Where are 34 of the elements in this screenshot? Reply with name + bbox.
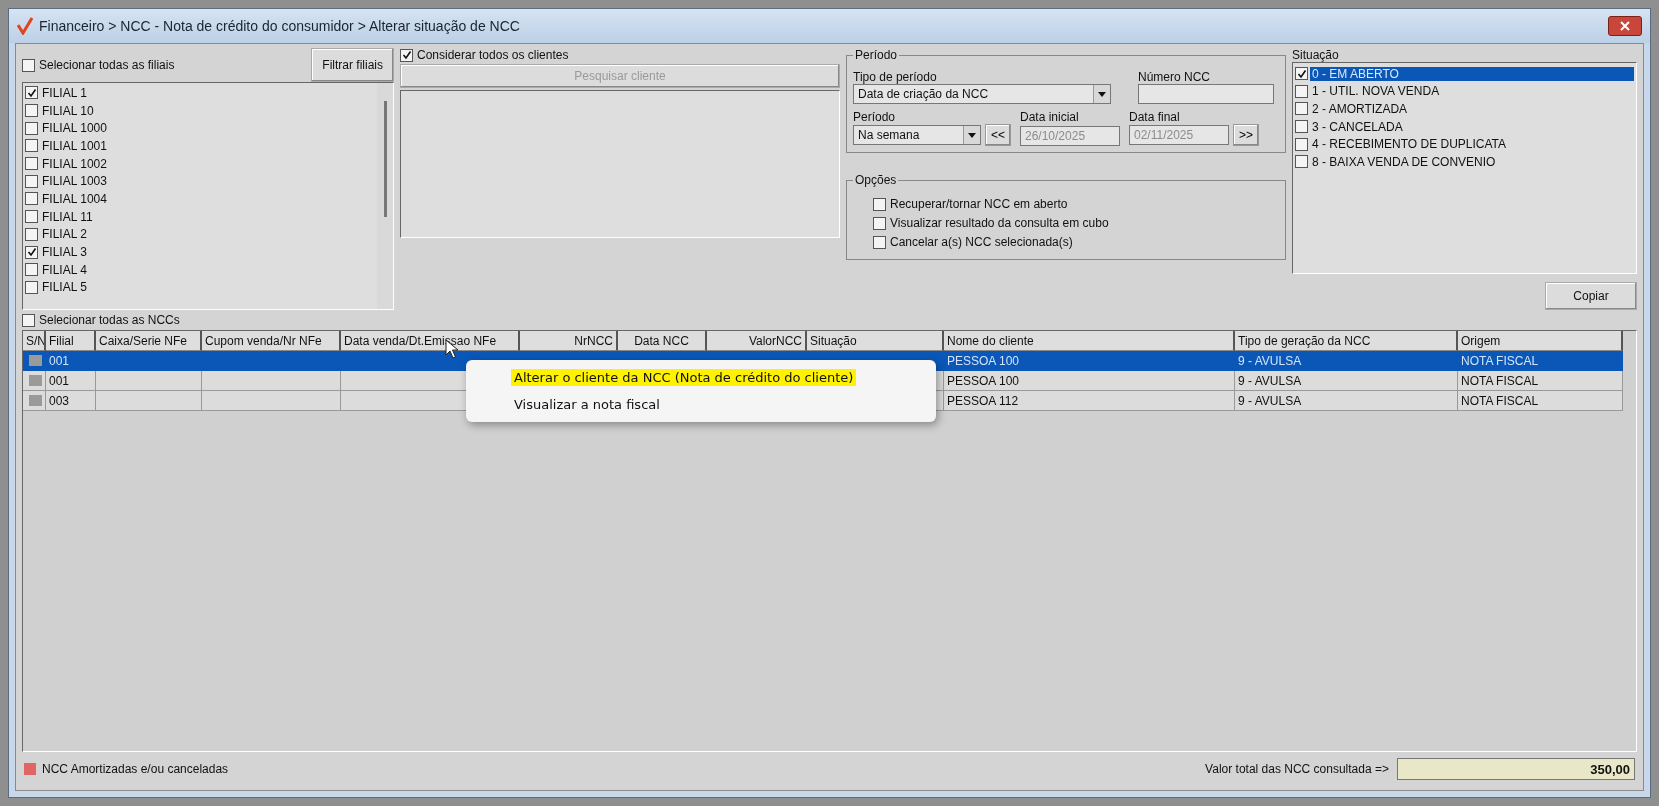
table-cell: NOTA FISCAL [1458, 391, 1623, 411]
checkbox-label: FILIAL 11 [42, 209, 93, 224]
checkbox-label: Cancelar a(s) NCC selecionada(s) [890, 235, 1073, 249]
checkbox-label: FILIAL 1001 [42, 138, 107, 153]
field-label: Período [853, 109, 897, 124]
table-cell: 003 [46, 391, 96, 411]
table-cell: PESSOA 112 [944, 391, 1235, 411]
checkbox-label: FILIAL 10 [42, 103, 94, 118]
total-label: Valor total das NCC consultada => [1205, 762, 1389, 776]
legend-label: NCC Amortizadas e/ou canceladas [42, 762, 229, 776]
table-cell: 9 - AVULSA [1235, 391, 1458, 411]
checkbox-label: Recuperar/tornar NCC em aberto [890, 197, 1068, 211]
window-title: Financeiro > NCC - Nota de crédito do consumidor > Alterar situação de NCC [39, 18, 520, 34]
list-title: Situação [1292, 48, 1340, 62]
total-value-field: 350,00 [1397, 758, 1635, 780]
checkbox-label: FILIAL 4 [42, 262, 87, 277]
field-label: Número NCC [1138, 69, 1211, 84]
checkbox-label: FILIAL 2 [42, 227, 87, 242]
checkbox-label: Visualizar resultado da consulta em cubo [890, 216, 1109, 230]
checkbox-label: FILIAL 5 [42, 280, 87, 295]
group-title: Período [854, 48, 899, 62]
field-label: Tipo de período [853, 69, 938, 84]
field-label: Data final [1129, 109, 1181, 124]
checkbox-label: Considerar todos os clientes [417, 48, 569, 62]
field-label: Data inicial [1020, 109, 1080, 124]
checkbox-label: FILIAL 1003 [42, 174, 107, 189]
checkbox-label: FILIAL 1004 [42, 191, 107, 206]
checkbox-label: FILIAL 1 [42, 85, 87, 100]
group-title: Opções [854, 173, 898, 187]
checkbox-label: FILIAL 1000 [42, 121, 107, 136]
checkbox-label: Selecionar todas as filiais [39, 58, 175, 72]
checkbox-label: FILIAL 1002 [42, 156, 107, 171]
checkbox-label: FILIAL 3 [42, 245, 87, 260]
checkbox-label: Selecionar todas as NCCs [39, 313, 180, 327]
